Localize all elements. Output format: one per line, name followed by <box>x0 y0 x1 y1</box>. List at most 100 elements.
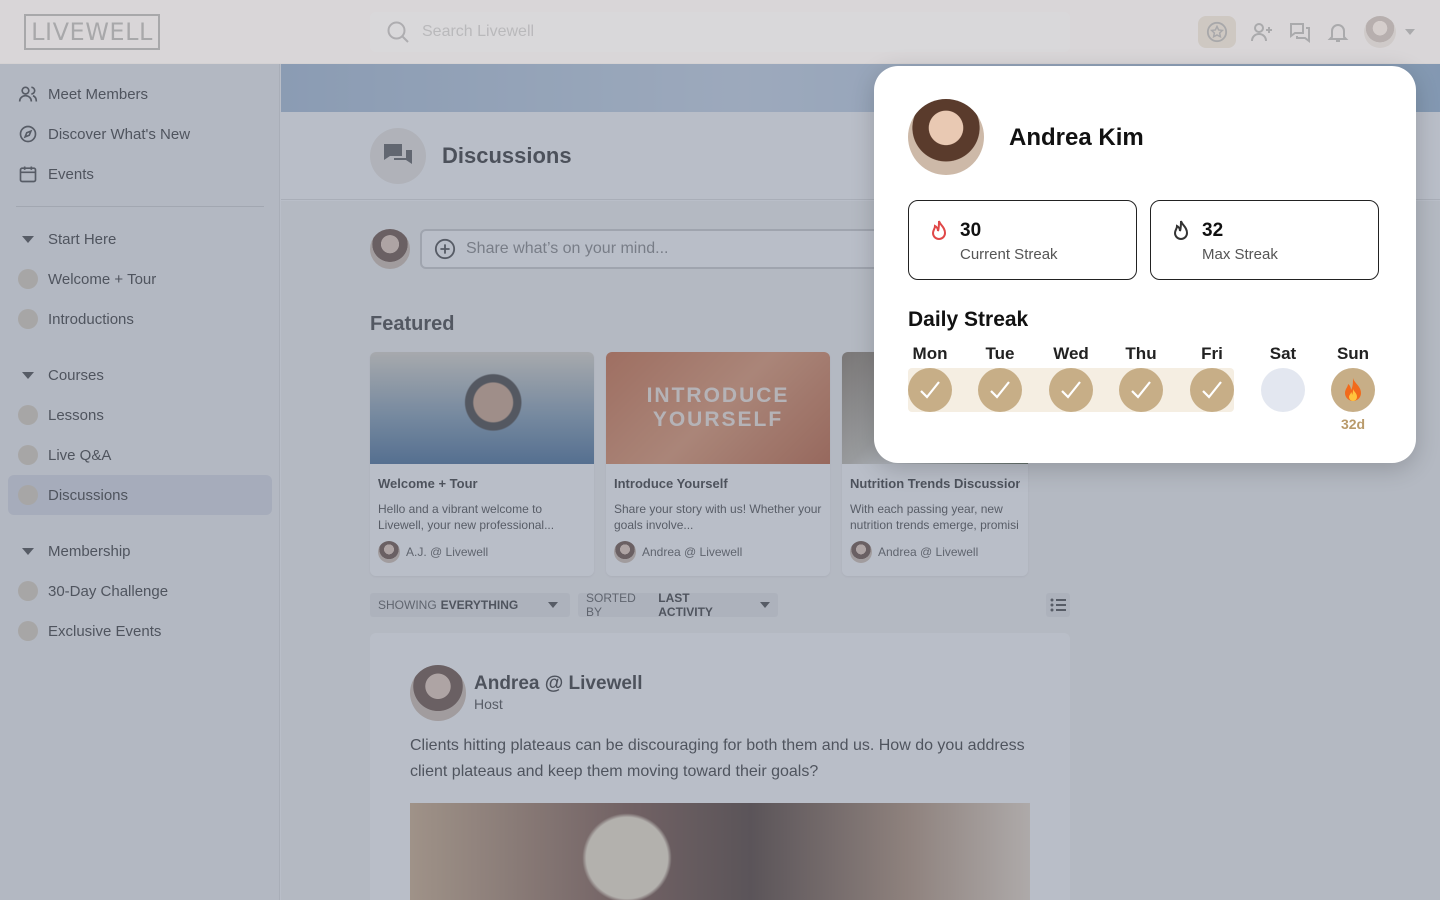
list-view-button[interactable] <box>1046 593 1070 617</box>
discussions-icon <box>18 485 38 505</box>
sidebar-group-membership[interactable]: Membership <box>8 531 272 571</box>
day-wed: Wed <box>1049 344 1093 412</box>
profile-avatar <box>908 99 984 175</box>
author-name: A.J. @ Livewell <box>406 545 489 559</box>
sidebar-item-label: Exclusive Events <box>48 622 162 640</box>
day-note: 32d <box>1340 416 1366 432</box>
sort-value: LAST ACTIVITY <box>658 591 713 619</box>
card-description: With each passing year, new nutrition tr… <box>850 502 1019 532</box>
sidebar-item-lessons[interactable]: Lessons <box>8 395 272 435</box>
page-title: Discussions <box>442 143 572 168</box>
sidebar-item-introductions[interactable]: Introductions <box>8 299 272 339</box>
profile-name: Andrea Kim <box>1009 124 1144 151</box>
filter-prefix: SHOWING <box>378 598 437 612</box>
sidebar-item-discover[interactable]: Discover What's New <box>8 114 272 154</box>
search-icon <box>387 21 409 43</box>
max-streak-value: 32 <box>1202 220 1224 241</box>
day-label: Tue <box>985 344 1015 363</box>
sidebar-group-start-here[interactable]: Start Here <box>8 219 272 259</box>
check-icon <box>978 368 1022 412</box>
sort-dropdown[interactable]: SORTED BY LAST ACTIVITY <box>578 591 778 619</box>
plus-circle-icon <box>434 238 456 260</box>
caret-down-icon <box>548 602 559 608</box>
user-avatar <box>1364 16 1396 48</box>
current-streak-card: 30 Current Streak <box>908 200 1137 280</box>
card-image <box>370 352 594 464</box>
post-body: Clients hitting plateaus can be discoura… <box>410 737 1025 780</box>
user-menu-button[interactable] <box>1364 16 1416 48</box>
sidebar-item-label: Live Q&A <box>48 446 112 464</box>
empty-day-circle <box>1261 368 1305 412</box>
caret-down-icon <box>760 602 770 608</box>
featured-card[interactable]: Welcome + Tour Hello and a vibrant welco… <box>370 352 594 576</box>
day-label: Thu <box>1125 344 1157 363</box>
sidebar-group-label: Membership <box>48 542 131 560</box>
post-image <box>410 803 1030 900</box>
discussion-post[interactable]: Andrea @ Livewell Host Clients hitting p… <box>370 633 1070 900</box>
author-name: Andrea @ Livewell <box>642 545 743 559</box>
sidebar-item-events[interactable]: Events <box>8 154 272 194</box>
card-author: Andrea @ Livewell <box>850 541 1020 563</box>
author-avatar <box>850 541 872 563</box>
featured-card[interactable]: INTRODUCE YOURSELF Introduce Yourself Sh… <box>606 352 830 576</box>
day-sat: Sat <box>1261 344 1305 412</box>
sidebar: Meet Members Discover What's New Events … <box>0 64 280 900</box>
sidebar-item-meet-members[interactable]: Meet Members <box>8 74 272 114</box>
sidebar-item-exclusive-events[interactable]: Exclusive Events <box>8 611 272 651</box>
composer-avatar <box>370 229 410 269</box>
day-thu: Thu <box>1119 344 1163 412</box>
sidebar-group-courses[interactable]: Courses <box>8 355 272 395</box>
sidebar-item-welcome-tour[interactable]: Welcome + Tour <box>8 259 272 299</box>
list-icon <box>1050 598 1066 612</box>
day-label: Fri <box>1201 344 1223 363</box>
card-image-text: YOURSELF <box>652 408 784 431</box>
day-mon: Mon <box>908 344 952 412</box>
challenge-icon <box>18 581 38 601</box>
current-streak-label: Current Streak <box>960 246 1058 263</box>
daily-streak-title: Daily Streak <box>908 308 1029 331</box>
sidebar-item-discussions[interactable]: Discussions <box>8 475 272 515</box>
card-author: Andrea @ Livewell <box>614 541 822 563</box>
livewell-logo[interactable]: LIVEWELL <box>24 14 160 50</box>
add-user-icon <box>1251 23 1272 42</box>
caret-down-icon <box>22 547 34 555</box>
card-image: INTRODUCE YOURSELF <box>606 352 830 464</box>
sidebar-item-30-day-challenge[interactable]: 30-Day Challenge <box>8 571 272 611</box>
wave-icon <box>18 309 38 329</box>
day-label: Wed <box>1053 344 1089 363</box>
card-image-text: INTRODUCE <box>646 384 790 407</box>
sidebar-item-label: Events <box>48 165 94 183</box>
max-streak-card: 32 Max Streak <box>1150 200 1379 280</box>
sidebar-item-label: Discussions <box>48 486 129 504</box>
card-title: Introduce Yourself <box>614 476 728 491</box>
day-fri: Fri <box>1190 344 1234 412</box>
home-icon <box>18 269 38 289</box>
sidebar-item-label: Meet Members <box>48 85 149 103</box>
notifications-button[interactable] <box>1326 20 1350 44</box>
check-icon <box>1119 368 1163 412</box>
day-sun: Sun 32d <box>1331 344 1375 432</box>
sidebar-divider <box>16 206 264 207</box>
sidebar-item-live-qa[interactable]: Live Q&A <box>8 435 272 475</box>
author-name: Andrea @ Livewell <box>878 545 979 559</box>
lessons-icon <box>18 405 38 425</box>
check-icon <box>908 368 952 412</box>
search-input[interactable] <box>422 23 1022 41</box>
messages-button[interactable] <box>1288 20 1312 44</box>
streak-star-icon <box>1206 21 1228 43</box>
sidebar-item-label: Discover What's New <box>48 125 191 143</box>
add-user-button[interactable] <box>1250 20 1274 44</box>
card-author: A.J. @ Livewell <box>378 541 586 563</box>
gift-icon <box>18 621 38 641</box>
discussions-header-icon <box>370 128 426 184</box>
post-author-name[interactable]: Andrea @ Livewell <box>474 673 642 695</box>
streak-star-button[interactable] <box>1198 16 1236 48</box>
live-qa-icon <box>18 445 38 465</box>
card-title: Nutrition Trends Discussion <box>850 476 1020 491</box>
search-bar[interactable] <box>370 12 1070 52</box>
calendar-icon <box>18 164 38 184</box>
fire-icon <box>1331 368 1375 412</box>
day-tue: Tue <box>978 344 1022 412</box>
compass-icon <box>18 124 38 144</box>
showing-filter-dropdown[interactable]: SHOWING EVERYTHING <box>370 593 570 617</box>
